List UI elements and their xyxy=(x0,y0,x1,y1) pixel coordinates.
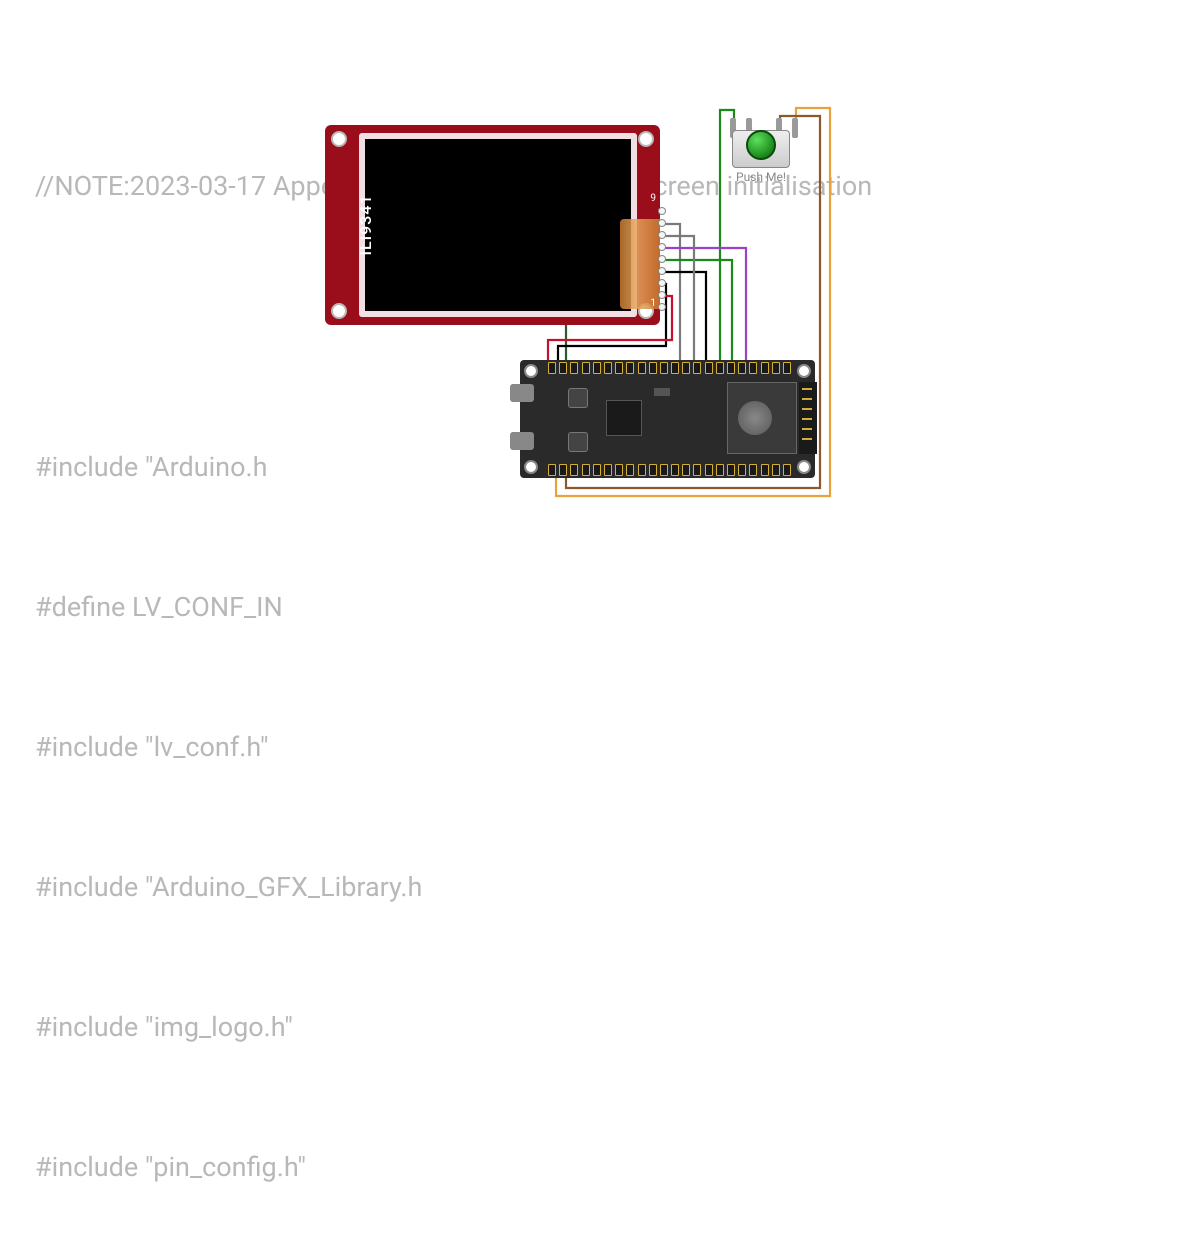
code-line: //NOTE:2023-03-17 Appears to be missing … xyxy=(35,163,1165,210)
code-line: #include "Arduino_GFX_Library.h xyxy=(35,864,1165,911)
code-line: #define LV_CONF_IN xyxy=(35,584,1165,631)
code-line: #include "lv_conf.h" xyxy=(35,724,1165,771)
code-line: #include "img_logo.h" xyxy=(35,1004,1165,1051)
code-line: #include "Arduino.h xyxy=(35,444,1165,491)
code-line: #include "pin_config.h" xyxy=(35,1144,1165,1191)
code-background: //NOTE:2023-03-17 Appears to be missing … xyxy=(35,70,1165,1260)
